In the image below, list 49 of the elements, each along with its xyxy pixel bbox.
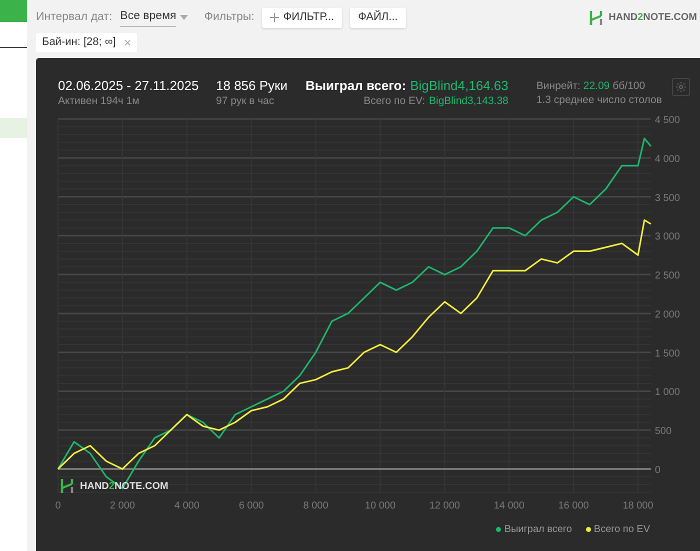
filters-label: Фильтры: <box>204 10 254 25</box>
date-range-label: Интервал дат: <box>36 10 112 25</box>
plus-icon <box>270 13 280 22</box>
x-tick-label: 4 000 <box>174 500 200 512</box>
y-tick-label: 500 <box>654 426 672 438</box>
logo-icon <box>60 478 74 494</box>
settings-button[interactable] <box>672 78 690 96</box>
x-tick-label: 12 000 <box>429 500 460 512</box>
winrate-value: 22.09 <box>583 79 610 93</box>
add-filter-button[interactable]: ФИЛЬТР... <box>262 8 342 28</box>
x-tick-label: 8 000 <box>303 500 328 512</box>
app-header-bar <box>0 0 27 22</box>
winrate-label: Винрейт: <box>536 79 580 93</box>
caret-icon <box>180 15 188 20</box>
y-tick-label: 3 000 <box>654 232 680 243</box>
logo-text: HAND2NOTE.COM <box>608 11 697 25</box>
legend-label[interactable]: Всего по EV <box>594 522 650 537</box>
ev-value: BigBlind3,143.38 <box>429 94 508 108</box>
hands-rate: 97 рук в час <box>216 94 276 108</box>
x-tick-label: 10 000 <box>364 500 396 512</box>
x-tick-label: 18 000 <box>622 500 654 512</box>
y-tick-label: 2 500 <box>654 270 680 282</box>
winrate-unit: бб/100 <box>612 79 646 93</box>
filter-chip[interactable]: Бай-ин: [28; ∞] × <box>36 33 138 52</box>
y-tick-label: 1 500 <box>654 348 680 360</box>
y-tick-label: 4 000 <box>654 154 680 165</box>
y-tick-label: 4 500 <box>654 115 680 126</box>
y-tick-label: 3 500 <box>654 192 680 204</box>
y-tick-label: 2 000 <box>654 309 680 320</box>
x-tick-label: 0 <box>55 500 61 512</box>
x-tick-label: 2 000 <box>110 500 135 512</box>
x-tick-label: 14 000 <box>494 500 524 512</box>
hands-count: 18 856 Руки <box>216 78 288 94</box>
chip-label: Бай-ин: [28; ∞] <box>42 35 116 50</box>
file-button[interactable]: ФАЙЛ... <box>350 8 406 28</box>
tables-text: 1.3 среднее число столов <box>536 93 662 107</box>
date-range-dropdown[interactable]: Все время <box>120 8 188 27</box>
ev-label: Всего по EV: <box>364 94 425 108</box>
legend-label[interactable]: Выиграл всего <box>504 522 572 537</box>
period-text: 02.06.2025 - 27.11.2025 <box>58 78 200 94</box>
total-won-value: BigBlind4,164.63 <box>410 78 508 94</box>
y-tick-label: 0 <box>654 465 660 476</box>
total-won-label: Выиграл всего: <box>306 78 406 94</box>
x-tick-label: 6 000 <box>238 500 264 512</box>
y-tick-label: 1 000 <box>654 387 680 398</box>
logo-icon <box>588 10 603 26</box>
active-time-text: Активен 194ч 1м <box>58 94 140 108</box>
x-tick-label: 16 000 <box>558 500 589 512</box>
settings-icon <box>675 81 687 93</box>
